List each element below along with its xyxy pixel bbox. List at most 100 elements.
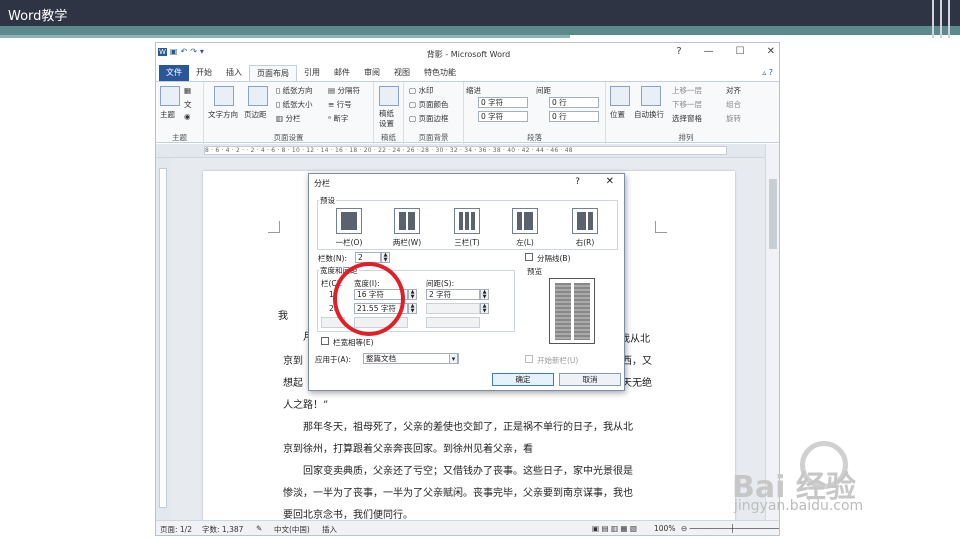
spacing-after-input[interactable]: 0 行: [549, 111, 599, 122]
size-button[interactable]: ▯ 纸张大小: [276, 99, 313, 110]
status-language[interactable]: 中文(中国): [274, 524, 310, 535]
margins-button[interactable]: 页边距: [244, 109, 267, 120]
scroll-thumb[interactable]: [769, 179, 777, 249]
doc-line: 回家变卖典质，父亲还了亏空；又借钱办了丧事。这些日子，家中光景很是: [283, 466, 633, 477]
preset-three[interactable]: 三栏(T): [447, 208, 487, 248]
indent-left-input[interactable]: 0 字符: [478, 97, 528, 108]
orientation-button[interactable]: ▯ 纸张方向: [276, 85, 313, 96]
equal-width-checkbox[interactable]: [321, 337, 329, 345]
theme-icon[interactable]: [160, 86, 180, 106]
view-buttons-icon[interactable]: ▣ ▤ ▥ ▦ ▧: [592, 524, 637, 533]
size-label: 纸张大小: [282, 100, 313, 109]
chevron-down-icon[interactable]: ▾: [449, 353, 458, 364]
align-button[interactable]: 对齐: [726, 85, 741, 96]
corner-mark: [268, 221, 280, 233]
hyphenation-button[interactable]: ᵃ 断字: [328, 113, 348, 124]
column-2-spacing-input[interactable]: [426, 303, 480, 314]
wrap-text-button[interactable]: 自动换行: [634, 109, 664, 120]
num-columns-label: 栏数(N):: [318, 254, 347, 263]
spacing-before-input[interactable]: 0 行: [549, 97, 599, 108]
effects-icon[interactable]: ◉: [184, 112, 191, 121]
status-bar: 页面: 1/2 字数: 1,387 ✎ 中文(中国) 插入 ▣ ▤ ▥ ▦ ▧ …: [156, 520, 779, 535]
hyphenation-label: 断字: [333, 114, 349, 123]
watermark-button[interactable]: ▢ 水印: [409, 85, 433, 96]
preset-right[interactable]: 右(R): [565, 208, 605, 248]
preset-left[interactable]: 左(L): [505, 208, 545, 248]
slide-stripe-thin: [0, 35, 570, 38]
tab-home[interactable]: 开始: [189, 65, 219, 81]
doc-line: 西，又: [622, 356, 652, 367]
tab-features[interactable]: 特色功能: [417, 65, 463, 81]
group-page-setup: 文字方向 页边距 ▯ 纸张方向 ▯ 纸张大小 ▥ 分栏 ▤ 分隔符 ≡ 行号 ᵃ…: [204, 82, 374, 144]
status-zoom[interactable]: 100%: [654, 524, 675, 533]
zoom-slider[interactable]: ⊖ ─────────┼────────── ⊕: [681, 524, 779, 535]
draft-settings-button[interactable]: 稿纸 设置: [379, 109, 394, 129]
page-color-button[interactable]: ▢ 页面颜色: [409, 99, 448, 110]
colors-icon[interactable]: ▦: [184, 86, 191, 95]
collapse-ribbon-icon[interactable]: ▵: [762, 68, 766, 77]
status-page[interactable]: 页面: 1/2: [160, 524, 192, 535]
fonts-icon[interactable]: 文: [184, 99, 192, 110]
draft-paper-icon[interactable]: [379, 86, 399, 106]
column-1-width-spinner[interactable]: ▲ ▼: [408, 289, 417, 300]
column-2-spacing-spinner[interactable]: ▲ ▼: [480, 303, 489, 314]
status-mode[interactable]: 插入: [322, 524, 337, 535]
selection-pane-button[interactable]: 选择窗格: [672, 113, 702, 124]
column-1-spacing-input[interactable]: 2 字符: [426, 289, 480, 300]
ribbon-options: ▵ ?: [762, 68, 773, 77]
tab-insert[interactable]: 插入: [219, 65, 249, 81]
group-objects-button[interactable]: 组合: [726, 99, 741, 110]
tab-file[interactable]: 文件: [159, 65, 189, 81]
minimize-button[interactable]: —: [704, 46, 714, 57]
highlight-circle: [333, 262, 405, 336]
group-label: 页面背景: [418, 133, 449, 142]
group-paragraph: 缩进 0 字符 0 字符 间距 0 行 0 行 段落: [464, 82, 606, 144]
maximize-button[interactable]: ☐: [736, 46, 745, 57]
columns-button[interactable]: ▥ 分栏: [276, 113, 300, 124]
position-icon[interactable]: [610, 86, 630, 106]
tab-view[interactable]: 视图: [387, 65, 417, 81]
preset-two[interactable]: 两栏(W): [387, 208, 427, 248]
proofing-icon[interactable]: ✎: [256, 524, 262, 533]
indent-right-input[interactable]: 0 字符: [478, 111, 528, 122]
horizontal-ruler[interactable]: 8 · 6 · 4 · 2 · · 2 · 4 · 6 · 8 · 10 · 1…: [156, 144, 779, 158]
position-button[interactable]: 位置: [610, 109, 625, 120]
page-borders-button[interactable]: ▢ 页面边框: [409, 113, 448, 124]
text-direction-icon[interactable]: [214, 86, 234, 106]
send-backward-button[interactable]: 下移一层: [672, 99, 702, 110]
column-2-width-spinner[interactable]: ▲ ▼: [408, 303, 417, 314]
line-numbers-button[interactable]: ≡ 行号: [328, 99, 352, 110]
cancel-button[interactable]: 取消: [559, 373, 621, 386]
tab-mailings[interactable]: 邮件: [327, 65, 357, 81]
preset-one-label: 一栏(O): [335, 238, 363, 247]
rotate-button[interactable]: 旋转: [726, 113, 741, 124]
close-button[interactable]: ✕: [767, 46, 775, 57]
help-button[interactable]: ?: [676, 46, 681, 57]
num-columns-spinner[interactable]: ▲ ▼: [381, 252, 390, 263]
new-column-checkbox[interactable]: [525, 355, 533, 363]
preview-column: [574, 283, 590, 340]
text-direction-button[interactable]: 文字方向: [208, 109, 238, 120]
theme-button[interactable]: 主题: [160, 109, 175, 120]
breaks-label: 分隔符: [337, 86, 360, 95]
margins-icon[interactable]: [248, 86, 268, 106]
group-theme: 主题 ▦ 文 ◉ 主题: [156, 82, 204, 144]
breaks-button[interactable]: ▤ 分隔符: [328, 85, 360, 96]
ruler-scale: 8 · 6 · 4 · 2 · · 2 · 4 · 6 · 8 · 10 · 1…: [204, 146, 727, 155]
line-between-checkbox[interactable]: [525, 253, 533, 261]
column-1-spacing-spinner[interactable]: ▲ ▼: [480, 289, 489, 300]
status-words[interactable]: 字数: 1,387: [202, 524, 243, 535]
dialog-close-button[interactable]: ✕: [606, 176, 614, 187]
wrap-text-icon[interactable]: [641, 86, 661, 106]
apply-to-select[interactable]: 整篇文档: [363, 353, 459, 364]
tab-references[interactable]: 引用: [297, 65, 327, 81]
vertical-ruler[interactable]: [156, 158, 170, 520]
preset-one[interactable]: 一栏(O): [329, 208, 369, 248]
column-3-spacing-input[interactable]: [426, 317, 480, 328]
dialog-help-button[interactable]: ?: [575, 177, 580, 187]
help-icon[interactable]: ?: [769, 68, 773, 77]
tab-review[interactable]: 审阅: [357, 65, 387, 81]
bring-forward-button[interactable]: 上移一层: [672, 85, 702, 96]
tab-page-layout[interactable]: 页面布局: [249, 65, 297, 81]
ok-button[interactable]: 确定: [492, 373, 554, 386]
